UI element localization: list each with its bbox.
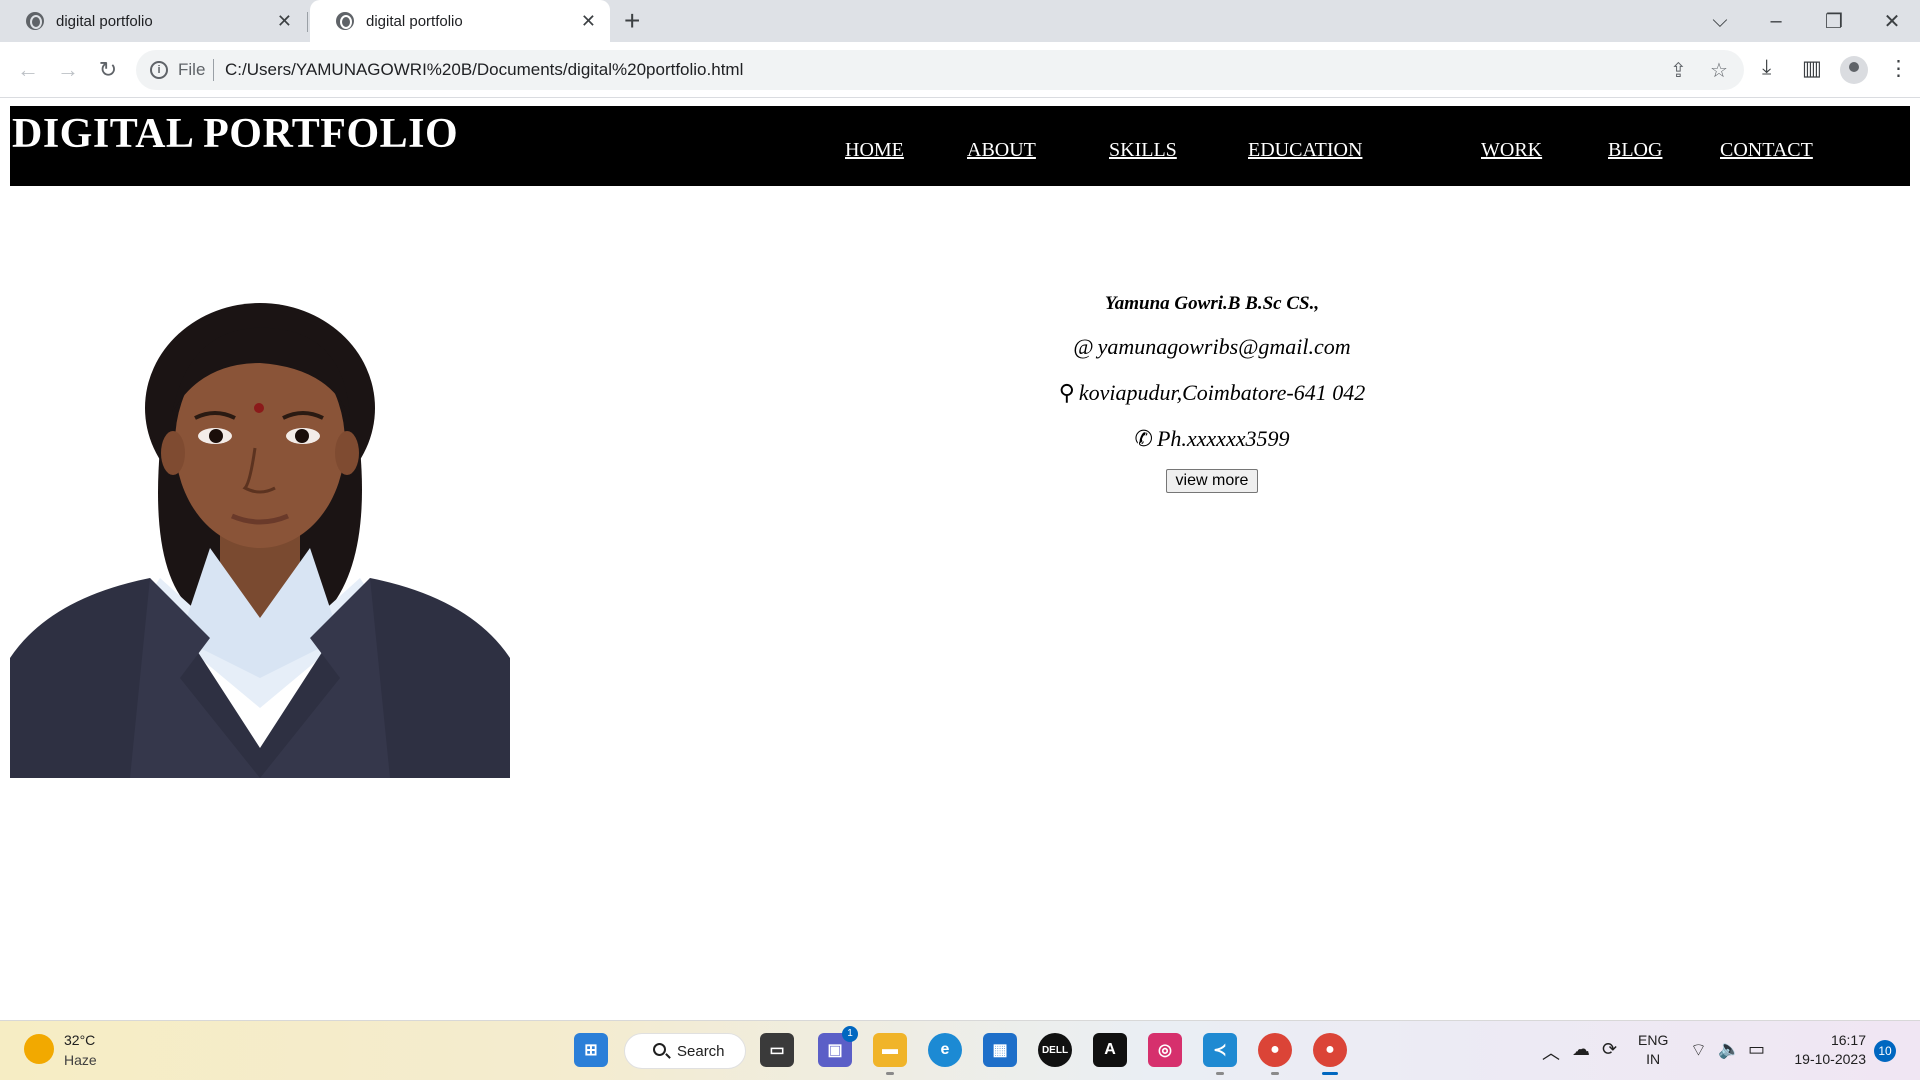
weather-sun-icon[interactable] xyxy=(24,1034,54,1064)
battery-icon[interactable]: ▭ xyxy=(1748,1039,1765,1060)
reload-icon[interactable]: ↻ xyxy=(88,50,128,90)
wifi-icon[interactable]: ⌔ xyxy=(1690,1039,1707,1062)
taskbar-search-label: Search xyxy=(677,1042,725,1060)
profile-name: Yamuna Gowri.B B.Sc CS., xyxy=(1104,293,1320,314)
language-primary: ENG xyxy=(1638,1032,1669,1048)
volume-icon[interactable]: 🔈 xyxy=(1718,1039,1740,1060)
phone-line: ✆ Ph.xxxxxx3599 xyxy=(1000,426,1424,452)
nav-work[interactable]: WORK xyxy=(1481,139,1542,162)
url-text[interactable]: C:/Users/YAMUNAGOWRI%20B/Documents/digit… xyxy=(225,60,743,80)
at-icon: @ xyxy=(1073,334,1094,359)
phone-text: Ph.xxxxxx3599 xyxy=(1156,426,1290,451)
scheme-label: File xyxy=(178,60,206,79)
microsoft-store-icon[interactable]: ▦ xyxy=(983,1033,1017,1067)
teams-badge: 1 xyxy=(842,1026,858,1042)
view-more-button[interactable]: view more xyxy=(1165,469,1259,493)
task-view-icon[interactable]: ▭ xyxy=(760,1033,794,1067)
nav-contact[interactable]: CONTACT xyxy=(1720,139,1813,162)
taskbar: 32°C Haze ⊞ Search ▭ ▣ 1 ▬ e ▦ DELL A ◎ ≺… xyxy=(0,1020,1920,1080)
sync-icon[interactable]: ⟳ xyxy=(1602,1039,1617,1060)
language-indicator[interactable]: ENG IN xyxy=(1638,1031,1668,1069)
window-close-button[interactable]: ✕ xyxy=(1864,0,1920,42)
side-panel-icon[interactable]: ▥ xyxy=(1802,56,1822,81)
globe-icon xyxy=(336,12,354,30)
file-explorer-icon[interactable]: ▬ xyxy=(873,1033,907,1075)
tab-divider xyxy=(307,12,308,32)
profile-avatar-icon[interactable] xyxy=(1840,56,1868,84)
nav-about[interactable]: ABOUT xyxy=(967,139,1036,162)
tab-title: digital portfolio xyxy=(366,12,463,30)
close-tab-icon[interactable]: ✕ xyxy=(581,11,596,32)
chrome-profile-icon[interactable]: ● xyxy=(1258,1033,1292,1075)
search-icon xyxy=(653,1043,666,1056)
taskbar-search[interactable]: Search xyxy=(624,1033,746,1069)
weather-temperature[interactable]: 32°C xyxy=(64,1032,95,1048)
restore-button[interactable]: ❐ xyxy=(1806,0,1862,42)
browser-tab-2[interactable]: digital portfolio ✕ xyxy=(310,0,610,42)
dell-icon[interactable]: DELL xyxy=(1038,1033,1072,1067)
forward-arrow-icon[interactable]: → xyxy=(48,50,88,90)
system-clock[interactable]: 16:17 19-10-2023 xyxy=(1786,1031,1866,1069)
show-hidden-icons-chevron-icon[interactable]: ︿ xyxy=(1542,1039,1560,1065)
email-text: yamunagowribs@gmail.com xyxy=(1097,334,1351,359)
email-line: @ yamunagowribs@gmail.com xyxy=(1000,334,1424,360)
location-line: ⚲ koviapudur,Coimbatore-641 042 xyxy=(1000,380,1424,406)
arc-app-icon[interactable]: A xyxy=(1093,1033,1127,1067)
share-icon[interactable]: ⇪ xyxy=(1670,58,1687,83)
vscode-icon[interactable]: ≺ xyxy=(1203,1033,1237,1075)
location-text: koviapudur,Coimbatore-641 042 xyxy=(1078,380,1366,405)
site-title: DIGITAL PORTFOLIO xyxy=(12,111,459,157)
chrome-icon[interactable]: ● xyxy=(1313,1033,1347,1075)
browser-tabstrip: digital portfolio ✕ digital portfolio ✕ … xyxy=(0,0,1920,42)
download-icon[interactable]: ⤓ xyxy=(1762,56,1771,80)
globe-icon xyxy=(26,12,44,30)
language-secondary: IN xyxy=(1646,1051,1661,1067)
omnibox-divider xyxy=(213,59,214,81)
tab-search-icon[interactable]: ⌵ xyxy=(1692,0,1748,42)
teams-chat-icon[interactable]: ▣ 1 xyxy=(818,1026,858,1067)
minimize-button[interactable]: – xyxy=(1748,0,1804,42)
bookmark-star-icon[interactable]: ☆ xyxy=(1710,58,1728,83)
menu-kebab-icon[interactable]: ⋮ xyxy=(1888,56,1909,81)
location-pin-icon: ⚲ xyxy=(1058,380,1075,405)
back-arrow-icon[interactable]: ← xyxy=(8,50,48,90)
close-tab-icon[interactable]: ✕ xyxy=(277,11,292,32)
browser-tab-1[interactable]: digital portfolio ✕ xyxy=(0,0,306,42)
nav-skills[interactable]: SKILLS xyxy=(1109,139,1177,162)
onedrive-cloud-icon[interactable]: ☁ xyxy=(1572,1039,1590,1060)
web-page: DIGITAL PORTFOLIO HOME ABOUT SKILLS EDUC… xyxy=(0,98,1920,1020)
clock-date: 19-10-2023 xyxy=(1794,1051,1866,1067)
profile-info: Yamuna Gowri.B B.Sc CS., @ yamunagowribs@… xyxy=(1000,293,1424,493)
start-windows-icon[interactable]: ⊞ xyxy=(574,1033,608,1067)
nav-home[interactable]: HOME xyxy=(845,139,904,162)
phone-icon: ✆ xyxy=(1134,426,1153,451)
site-header: DIGITAL PORTFOLIO HOME ABOUT SKILLS EDUC… xyxy=(10,106,1910,186)
clock-time: 16:17 xyxy=(1830,1032,1866,1048)
nav-education[interactable]: EDUCATION xyxy=(1248,139,1362,162)
weather-description[interactable]: Haze xyxy=(64,1052,97,1068)
notification-badge[interactable]: 10 xyxy=(1874,1040,1896,1062)
edge-browser-icon[interactable]: e xyxy=(928,1033,962,1067)
browser-toolbar: ← → ↻ i File C:/Users/YAMUNAGOWRI%20B/Do… xyxy=(0,42,1920,98)
tab-title: digital portfolio xyxy=(56,12,153,30)
info-icon[interactable]: i xyxy=(150,61,168,79)
new-tab-button[interactable]: + xyxy=(624,6,640,36)
address-bar[interactable]: i File C:/Users/YAMUNAGOWRI%20B/Document… xyxy=(136,50,1744,90)
nav-blog[interactable]: BLOG xyxy=(1608,139,1662,162)
profile-photo xyxy=(10,278,510,778)
instagram-icon[interactable]: ◎ xyxy=(1148,1033,1182,1067)
